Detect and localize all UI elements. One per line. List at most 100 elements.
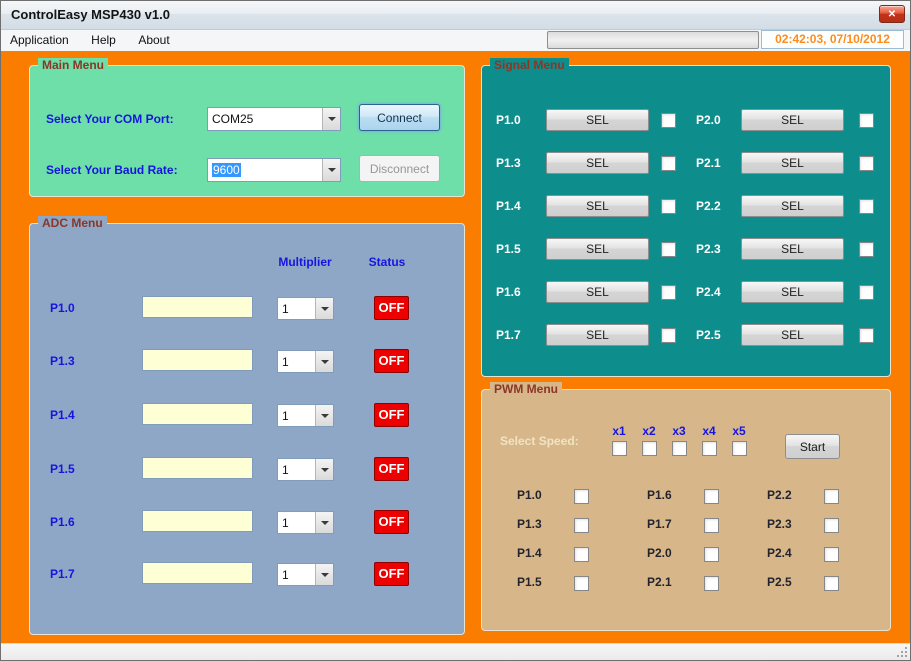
pwm-port-label: P2.5: [767, 575, 792, 589]
menu-item-application[interactable]: Application: [1, 30, 78, 50]
adc-status-badge[interactable]: OFF: [374, 510, 409, 534]
pwm-port-cell: P1.0: [517, 487, 589, 505]
close-button[interactable]: ✕: [879, 5, 905, 23]
adc-port-label: P1.3: [50, 354, 75, 368]
datetime-display: 02:42:03, 07/10/2012: [761, 30, 904, 49]
adc-multiplier-select[interactable]: 1: [277, 511, 334, 534]
adc-status-badge[interactable]: OFF: [374, 403, 409, 427]
menu-item-help[interactable]: Help: [82, 30, 125, 50]
pwm-port-cell: P2.2: [767, 487, 839, 505]
pwm-port-cell: P1.4: [517, 545, 589, 563]
adc-port-label: P1.5: [50, 462, 75, 476]
signal-checkbox[interactable]: [661, 242, 676, 257]
pwm-port-checkbox[interactable]: [824, 547, 839, 562]
pwm-port-label: P1.5: [517, 575, 542, 589]
signal-checkbox[interactable]: [859, 199, 874, 214]
signal-sel-button[interactable]: SEL: [546, 324, 649, 346]
adc-value-input[interactable]: [142, 349, 253, 371]
adc-port-label: P1.7: [50, 567, 75, 581]
signal-row: P1.6 SEL P2.4 SEL: [482, 281, 890, 303]
pwm-port-cell: P1.5: [517, 574, 589, 592]
speed-label: x5: [732, 424, 746, 438]
adc-value-input[interactable]: [142, 296, 253, 318]
pwm-port-checkbox[interactable]: [704, 576, 719, 591]
signal-sel-button[interactable]: SEL: [546, 195, 649, 217]
chevron-down-icon: [322, 159, 340, 181]
main-menu-title: Main Menu: [38, 58, 108, 72]
signal-checkbox[interactable]: [661, 199, 676, 214]
pwm-port-checkbox[interactable]: [704, 547, 719, 562]
pwm-port-checkbox[interactable]: [824, 576, 839, 591]
resize-grip-icon[interactable]: [896, 646, 909, 659]
adc-port-label: P1.0: [50, 301, 75, 315]
adc-value-input[interactable]: [142, 457, 253, 479]
adc-multiplier-select[interactable]: 1: [277, 458, 334, 481]
pwm-port-checkbox[interactable]: [574, 518, 589, 533]
adc-multiplier-value: 1: [282, 462, 289, 477]
signal-checkbox[interactable]: [859, 242, 874, 257]
signal-sel-button[interactable]: SEL: [741, 152, 844, 174]
adc-row: P1.5 1 OFF: [30, 457, 464, 481]
signal-sel-button[interactable]: SEL: [546, 109, 649, 131]
signal-sel-button[interactable]: SEL: [741, 238, 844, 260]
status-bar: [1, 643, 910, 660]
pwm-port-label: P2.3: [767, 517, 792, 531]
signal-checkbox[interactable]: [661, 113, 676, 128]
signal-checkbox[interactable]: [661, 328, 676, 343]
adc-value-input[interactable]: [142, 403, 253, 425]
signal-checkbox[interactable]: [859, 328, 874, 343]
signal-sel-button[interactable]: SEL: [741, 281, 844, 303]
signal-sel-button[interactable]: SEL: [546, 281, 649, 303]
adc-status-badge[interactable]: OFF: [374, 296, 409, 320]
signal-row: P1.7 SEL P2.5 SEL: [482, 324, 890, 346]
pwm-speed-checkbox[interactable]: [641, 441, 657, 456]
adc-value-input[interactable]: [142, 562, 253, 584]
signal-checkbox[interactable]: [859, 156, 874, 171]
adc-value-input[interactable]: [142, 510, 253, 532]
pwm-port-checkbox[interactable]: [704, 518, 719, 533]
pwm-port-checkbox[interactable]: [824, 489, 839, 504]
adc-status-badge[interactable]: OFF: [374, 457, 409, 481]
pwm-port-cell: P2.0: [647, 545, 719, 563]
adc-multiplier-select[interactable]: 1: [277, 297, 334, 320]
adc-status-badge[interactable]: OFF: [374, 562, 409, 586]
start-button[interactable]: Start: [785, 434, 840, 459]
com-port-select[interactable]: COM25: [207, 107, 341, 131]
pwm-speed-checkbox[interactable]: [701, 441, 717, 456]
adc-multiplier-select[interactable]: 1: [277, 404, 334, 427]
pwm-port-checkbox[interactable]: [574, 547, 589, 562]
disconnect-button[interactable]: Disconnect: [359, 155, 440, 182]
signal-port-label: P1.0: [496, 113, 521, 127]
adc-port-label: P1.4: [50, 408, 75, 422]
signal-port-label: P1.4: [496, 199, 521, 213]
signal-checkbox[interactable]: [859, 285, 874, 300]
signal-checkbox[interactable]: [661, 156, 676, 171]
chevron-down-icon: [315, 405, 333, 426]
adc-multiplier-select[interactable]: 1: [277, 563, 334, 586]
main-menu-group: Main Menu Select Your COM Port: COM25 Co…: [29, 58, 465, 197]
signal-sel-button[interactable]: SEL: [741, 324, 844, 346]
pwm-speed-checkbox[interactable]: [671, 441, 687, 456]
speed-label: x2: [642, 424, 656, 438]
pwm-speed-checkbox[interactable]: [611, 441, 627, 456]
pwm-port-checkbox[interactable]: [824, 518, 839, 533]
connect-button[interactable]: Connect: [359, 104, 440, 131]
adc-status-badge[interactable]: OFF: [374, 349, 409, 373]
pwm-port-checkbox[interactable]: [574, 576, 589, 591]
signal-sel-button[interactable]: SEL: [546, 238, 649, 260]
speed-label: x3: [672, 424, 686, 438]
signal-port-label: P1.6: [496, 285, 521, 299]
signal-checkbox[interactable]: [661, 285, 676, 300]
signal-sel-button[interactable]: SEL: [741, 109, 844, 131]
baud-rate-select[interactable]: 9600: [207, 158, 341, 182]
menu-item-about[interactable]: About: [129, 30, 178, 50]
pwm-port-checkbox[interactable]: [574, 489, 589, 504]
signal-sel-button[interactable]: SEL: [546, 152, 649, 174]
chevron-down-icon: [322, 108, 340, 130]
signal-checkbox[interactable]: [859, 113, 874, 128]
signal-sel-button[interactable]: SEL: [741, 195, 844, 217]
pwm-port-checkbox[interactable]: [704, 489, 719, 504]
adc-multiplier-select[interactable]: 1: [277, 350, 334, 373]
pwm-speed-checkbox[interactable]: [731, 441, 747, 456]
pwm-port-label: P1.6: [647, 488, 672, 502]
